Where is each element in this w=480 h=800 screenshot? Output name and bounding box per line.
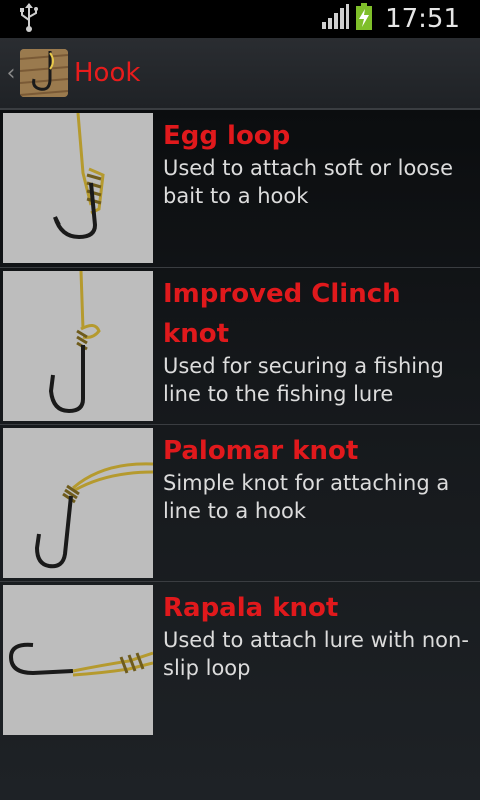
palomar-knot-thumbnail — [3, 428, 153, 578]
list-item-egg-loop[interactable]: Egg loop Used to attach soft or loose ba… — [0, 110, 480, 267]
page-title: Hook — [74, 58, 141, 88]
item-description: Used to attach lure with non-slip loop — [163, 628, 469, 680]
item-title: Palomar knot — [163, 436, 359, 466]
signal-icon — [321, 4, 350, 34]
item-description: Simple knot for attaching a line to a ho… — [163, 471, 450, 523]
knot-list: Egg loop Used to attach soft or loose ba… — [0, 110, 480, 800]
item-description: Used to attach soft or loose bait to a h… — [163, 156, 454, 208]
back-chevron-icon[interactable]: ‹ — [4, 61, 18, 86]
battery-charging-icon — [355, 3, 373, 35]
item-title: Rapala knot — [163, 593, 339, 623]
action-bar: ‹ Hook — [0, 38, 480, 110]
item-title: Egg loop — [163, 121, 291, 151]
list-item-rapala-knot[interactable]: Rapala knot Used to attach lure with non… — [0, 581, 480, 738]
item-description: Used for securing a fishing line to the … — [163, 354, 444, 406]
status-bar: 17:51 — [0, 0, 480, 38]
usb-icon — [18, 2, 40, 36]
hook-knot-app-icon[interactable] — [20, 49, 68, 97]
egg-loop-thumbnail — [3, 113, 153, 263]
status-time: 17:51 — [385, 4, 460, 34]
item-title: Improved Clinch knot — [163, 279, 401, 349]
improved-clinch-knot-thumbnail — [3, 271, 153, 421]
list-item-improved-clinch-knot[interactable]: Improved Clinch knot Used for securing a… — [0, 267, 480, 424]
list-item-palomar-knot[interactable]: Palomar knot Simple knot for attaching a… — [0, 424, 480, 581]
rapala-knot-thumbnail — [3, 585, 153, 735]
